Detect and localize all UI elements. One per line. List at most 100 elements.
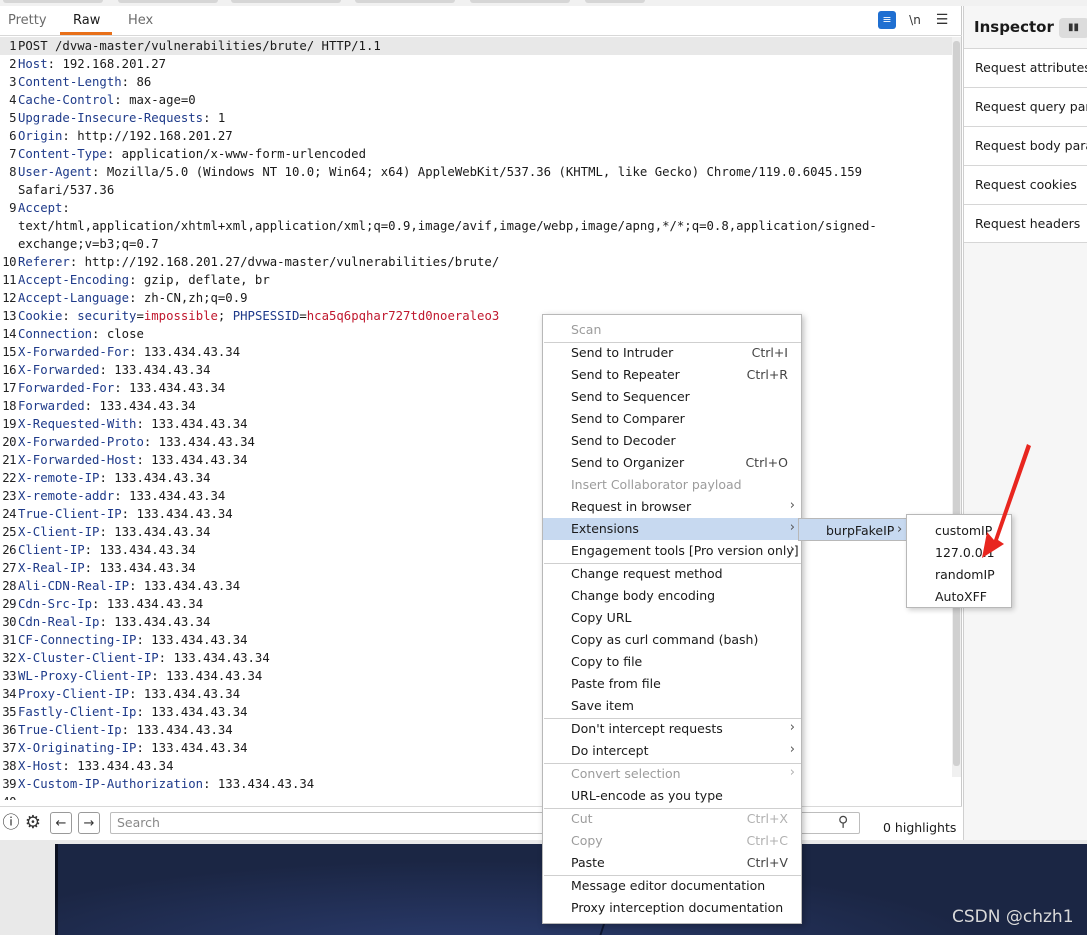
line-number: 32: [2, 651, 16, 665]
request-line[interactable]: 35 Fastly-Client-Ip: 133.434.43.34: [0, 703, 952, 721]
request-line[interactable]: 13 Cookie: security=impossible; PHPSESSID…: [0, 307, 952, 325]
request-line[interactable]: 37 X-Originating-IP: 133.434.43.34: [0, 739, 952, 757]
inspector-item-request-cookies[interactable]: Request cookies: [964, 165, 1087, 204]
header-value: 133.434.43.34: [166, 669, 263, 683]
menu-item-don-t-intercept-requests[interactable]: Don't intercept requests ›: [543, 718, 801, 740]
menu-item-request-in-browser[interactable]: Request in browser ›: [543, 496, 801, 518]
header-name: Origin: [18, 129, 63, 143]
scrollbar-thumb[interactable]: [953, 41, 960, 766]
previous-match-arrow-icon[interactable]: ←: [50, 812, 72, 834]
request-line[interactable]: 6 Origin: http://192.168.201.27: [0, 127, 952, 145]
header-name: X-Cluster-Client-IP: [18, 651, 159, 665]
request-line[interactable]: 18 Forwarded: 133.434.43.34: [0, 397, 952, 415]
settings-gear-icon[interactable]: ⚙: [22, 812, 44, 834]
menu-item-send-to-intruder[interactable]: Send to Intruder Ctrl+I: [543, 342, 801, 364]
menu-item-send-to-organizer[interactable]: Send to Organizer Ctrl+O: [543, 452, 801, 474]
help-icon[interactable]: ⓘ: [0, 812, 22, 834]
request-line[interactable]: 16 X-Forwarded: 133.434.43.34: [0, 361, 952, 379]
menu-item-send-to-decoder[interactable]: Send to Decoder: [543, 430, 801, 452]
line-text: Fastly-Client-Ip: 133.434.43.34: [18, 705, 248, 719]
menu-item-engagement-tools-pro-version-only[interactable]: Engagement tools [Pro version only] ›: [543, 540, 801, 562]
red-pointer-arrow-icon: [982, 444, 1031, 558]
menu-item-paste[interactable]: Paste Ctrl+V: [543, 852, 801, 874]
menu-item-change-request-method[interactable]: Change request method: [543, 563, 801, 585]
menu-item-send-to-repeater[interactable]: Send to Repeater Ctrl+R: [543, 364, 801, 386]
request-line[interactable]: 2 Host: 192.168.201.27: [0, 55, 952, 73]
inspector-layout-toggle-icon[interactable]: ▮▮: [1059, 18, 1087, 38]
request-line[interactable]: 10 Referer: http://192.168.201.27/dvwa-ma…: [0, 253, 952, 271]
request-line[interactable]: 32 X-Cluster-Client-IP: 133.434.43.34: [0, 649, 952, 667]
menu-item-proxy-interception-documentation[interactable]: Proxy interception documentation: [543, 897, 801, 919]
request-line[interactable]: 40: [0, 793, 952, 800]
next-match-arrow-icon[interactable]: →: [78, 812, 100, 834]
menu-item-copy-url[interactable]: Copy URL: [543, 607, 801, 629]
request-line[interactable]: 26 Client-IP: 133.434.43.34: [0, 541, 952, 559]
request-text-area[interactable]: 1 POST /dvwa-master/vulnerabilities/brute…: [0, 37, 952, 800]
hamburger-menu-icon[interactable]: ☰: [933, 11, 951, 29]
request-line[interactable]: 34 Proxy-Client-IP: 133.434.43.34: [0, 685, 952, 703]
request-line[interactable]: 15 X-Forwarded-For: 133.434.43.34: [0, 343, 952, 361]
inspector-item-request-attributes[interactable]: Request attributes: [964, 48, 1087, 87]
request-line[interactable]: 14 Connection: close: [0, 325, 952, 343]
request-line[interactable]: text/html,application/xhtml+xml,applicat…: [0, 217, 952, 235]
request-line[interactable]: 33 WL-Proxy-Client-IP: 133.434.43.34: [0, 667, 952, 685]
request-line[interactable]: 8 User-Agent: Mozilla/5.0 (Windows NT 10.…: [0, 163, 952, 181]
request-line[interactable]: 36 True-Client-Ip: 133.434.43.34: [0, 721, 952, 739]
submenu-arrow-icon: ›: [789, 498, 795, 513]
inspector-item-request-headers[interactable]: Request headers: [964, 204, 1087, 243]
message-editor: Pretty Raw Hex ≡ \n ☰ 1 POST /dvwa-master…: [0, 6, 962, 840]
request-line[interactable]: 3 Content-Length: 86: [0, 73, 952, 91]
menu-item-randomip[interactable]: randomIP: [935, 567, 995, 582]
header-name: Proxy-Client-IP: [18, 687, 130, 701]
request-line[interactable]: 31 CF-Connecting-IP: 133.434.43.34: [0, 631, 952, 649]
request-line[interactable]: 27 X-Real-IP: 133.434.43.34: [0, 559, 952, 577]
menu-item-autoxff[interactable]: AutoXFF: [935, 589, 987, 604]
request-line[interactable]: 1 POST /dvwa-master/vulnerabilities/brute…: [0, 37, 952, 55]
request-line[interactable]: 12 Accept-Language: zh-CN,zh;q=0.9: [0, 289, 952, 307]
menu-item-copy-to-file[interactable]: Copy to file: [543, 651, 801, 673]
request-line[interactable]: 39 X-Custom-IP-Authorization: 133.434.43.…: [0, 775, 952, 793]
menu-item-paste-from-file[interactable]: Paste from file: [543, 673, 801, 695]
request-line[interactable]: 19 X-Requested-With: 133.434.43.34: [0, 415, 952, 433]
menu-item-send-to-sequencer[interactable]: Send to Sequencer: [543, 386, 801, 408]
request-line[interactable]: 30 Cdn-Real-Ip: 133.434.43.34: [0, 613, 952, 631]
inspector-item-request-body-parameters[interactable]: Request body parameters: [964, 126, 1087, 165]
request-line[interactable]: 9 Accept:: [0, 199, 952, 217]
menu-item-copy-as-curl-command-bash[interactable]: Copy as curl command (bash): [543, 629, 801, 651]
menu-item-do-intercept[interactable]: Do intercept ›: [543, 740, 801, 762]
header-value: 192.168.201.27: [62, 57, 167, 71]
request-line[interactable]: exchange;v=b3;q=0.7: [0, 235, 952, 253]
tab-raw[interactable]: Raw: [73, 13, 100, 28]
request-line[interactable]: Safari/537.36: [0, 181, 952, 199]
request-line[interactable]: 22 X-remote-IP: 133.434.43.34: [0, 469, 952, 487]
menu-item-url-encode-as-you-type[interactable]: URL-encode as you type: [543, 785, 801, 807]
menu-item-extensions[interactable]: Extensions ›: [543, 518, 801, 540]
request-line[interactable]: 5 Upgrade-Insecure-Requests: 1: [0, 109, 952, 127]
tab-pretty[interactable]: Pretty: [8, 13, 47, 28]
extensions-submenu-item-burpfakeip[interactable]: burpFakeIP ›: [798, 518, 908, 541]
request-line[interactable]: 38 X-Host: 133.434.43.34: [0, 757, 952, 775]
request-line[interactable]: 4 Cache-Control: max-age=0: [0, 91, 952, 109]
request-line[interactable]: 20 X-Forwarded-Proto: 133.434.43.34: [0, 433, 952, 451]
line-number: 18: [2, 399, 16, 413]
menu-item-send-to-comparer[interactable]: Send to Comparer: [543, 408, 801, 430]
request-line[interactable]: 23 X-remote-addr: 133.434.43.34: [0, 487, 952, 505]
line-text: Client-IP: 133.434.43.34: [18, 543, 196, 557]
inspector-item-request-query-parameters[interactable]: Request query parameters: [964, 87, 1087, 126]
line-text: X-Forwarded: 133.434.43.34: [18, 363, 211, 377]
tab-hex[interactable]: Hex: [128, 13, 153, 28]
request-line[interactable]: 21 X-Forwarded-Host: 133.434.43.34: [0, 451, 952, 469]
menu-item-change-body-encoding[interactable]: Change body encoding: [543, 585, 801, 607]
request-line[interactable]: 29 Cdn-Src-Ip: 133.434.43.34: [0, 595, 952, 613]
vertical-scrollbar[interactable]: [952, 37, 961, 777]
request-line[interactable]: 7 Content-Type: application/x-www-form-ur…: [0, 145, 952, 163]
request-line[interactable]: 11 Accept-Encoding: gzip, deflate, br: [0, 271, 952, 289]
header-value: 86: [136, 75, 152, 89]
header-name: X-Forwarded-Proto: [18, 435, 144, 449]
menu-item-message-editor-documentation[interactable]: Message editor documentation: [543, 875, 801, 897]
menu-item-save-item[interactable]: Save item: [543, 695, 801, 717]
request-line[interactable]: 17 Forwarded-For: 133.434.43.34: [0, 379, 952, 397]
request-line[interactable]: 28 Ali-CDN-Real-IP: 133.434.43.34: [0, 577, 952, 595]
newline-toggle[interactable]: \n: [906, 11, 924, 29]
wrap-lines-icon[interactable]: ≡: [878, 11, 896, 29]
